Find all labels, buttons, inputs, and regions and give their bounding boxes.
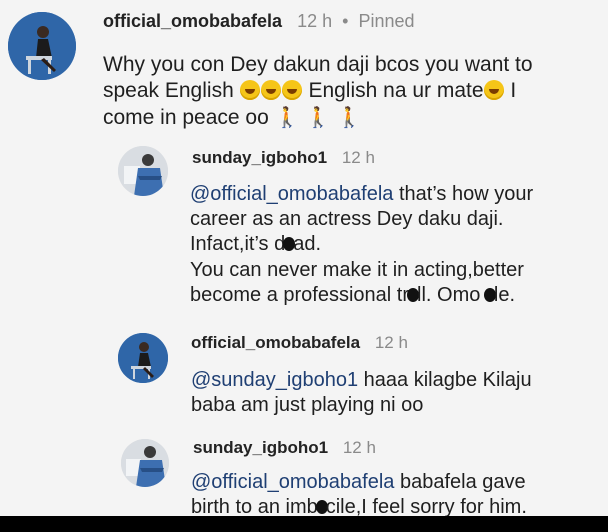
comment-text: Why you con Dey dakun daji bcos you want… bbox=[103, 52, 533, 131]
comment-meta: sunday_igboho1 12 h bbox=[193, 438, 376, 458]
laughing-emoji-icon bbox=[239, 80, 260, 101]
comment-line: career as an actress Dey daku daji. bbox=[190, 208, 504, 231]
comment-line: @sunday_igboho1 haaa kilagbe Kilaju bbox=[191, 369, 532, 391]
username[interactable]: sunday_igboho1 bbox=[192, 148, 327, 167]
comment-line: @official_omobabafela that’s how your bbox=[190, 183, 534, 205]
profile-photo-icon bbox=[118, 333, 168, 383]
comment-text: @sunday_igboho1 haaa kilagbe Kilaju baba… bbox=[191, 368, 532, 418]
avatar[interactable] bbox=[121, 439, 169, 487]
laughing-emoji-icon bbox=[483, 80, 504, 101]
profile-photo-icon bbox=[118, 146, 168, 196]
comment-text: @official_omobabafela that’s how your ca… bbox=[190, 182, 533, 308]
pinned-label: Pinned bbox=[358, 11, 415, 31]
timestamp: 12 h bbox=[374, 333, 408, 352]
comment-meta: sunday_igboho1 12 h bbox=[192, 148, 375, 168]
comment-line: You can never make it in acting,better bbox=[190, 258, 524, 281]
profile-photo-icon bbox=[121, 439, 169, 487]
comment-line: Why you con Dey dakun daji bcos you want… bbox=[103, 53, 533, 76]
walking-woman-emoji-icon: 🚶 bbox=[336, 106, 362, 129]
username[interactable]: sunday_igboho1 bbox=[193, 438, 328, 457]
comment-line: speak English English na ur mate I bbox=[103, 79, 517, 103]
comment-line: come in peace oo 🚶 🚶 🚶 bbox=[103, 105, 533, 131]
laughing-emoji-icon bbox=[260, 80, 281, 101]
comment-line: become a professional tr ll. Omo le. bbox=[190, 283, 516, 306]
comment-meta: official_omobabafela 12 h • Pinned bbox=[103, 11, 415, 32]
mention-link[interactable]: @official_omobabafela bbox=[190, 183, 393, 205]
avatar[interactable] bbox=[8, 12, 76, 80]
username[interactable]: official_omobabafela bbox=[191, 333, 360, 352]
comment-meta: official_omobabafela 12 h bbox=[191, 333, 408, 353]
username[interactable]: official_omobabafela bbox=[103, 11, 282, 31]
separator-dot: • bbox=[342, 11, 349, 31]
timestamp: 12 h bbox=[341, 148, 375, 167]
timestamp: 12 h bbox=[342, 438, 376, 457]
laughing-emoji-icon bbox=[281, 80, 302, 101]
mention-link[interactable]: @sunday_igboho1 bbox=[191, 369, 358, 391]
mention-link[interactable]: @official_omobabafela bbox=[191, 471, 394, 493]
profile-photo-icon bbox=[8, 12, 76, 80]
comment-line: baba am just playing ni oo bbox=[191, 394, 424, 417]
avatar[interactable] bbox=[118, 146, 168, 196]
comment-text: @official_omobabafela babafela gave birt… bbox=[191, 470, 527, 520]
avatar[interactable] bbox=[118, 333, 168, 383]
walking-woman-emoji-icon: 🚶 bbox=[305, 106, 331, 129]
bottom-bar bbox=[0, 516, 608, 532]
timestamp: 12 h bbox=[297, 11, 333, 31]
walking-woman-emoji-icon: 🚶 bbox=[274, 106, 300, 129]
comment-line: @official_omobabafela babafela gave bbox=[191, 471, 526, 493]
comment-line: Infact,it’s d ad. bbox=[190, 233, 322, 256]
